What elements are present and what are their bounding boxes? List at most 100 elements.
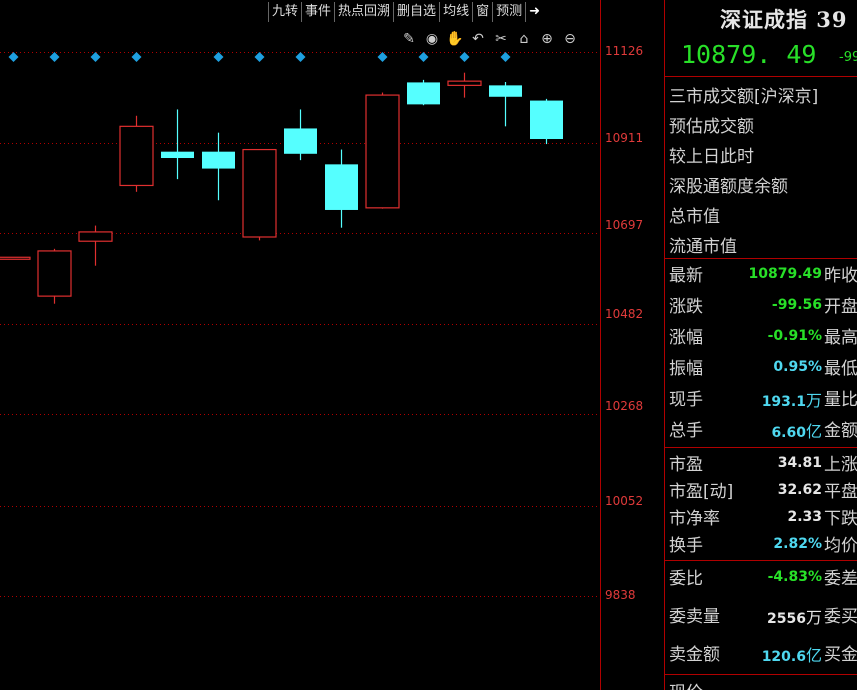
quote-value: -0.91% xyxy=(768,325,822,344)
pencil-icon[interactable]: ✎ xyxy=(400,30,418,48)
quote-number: 34.81 xyxy=(777,455,822,471)
candle[interactable] xyxy=(489,81,522,127)
candle[interactable] xyxy=(284,109,317,161)
candle[interactable] xyxy=(530,98,563,145)
quote-row: 市盈 34.81 上涨 xyxy=(665,448,857,476)
quote-row: 换手 2.82% 均价 xyxy=(665,529,857,557)
quote-label-secondary: 昨收 xyxy=(824,266,857,286)
quote-row: 最新 10879.49 昨收 xyxy=(665,259,857,287)
candle-body-up xyxy=(447,80,482,86)
quote-label-secondary: 最低 xyxy=(824,359,857,379)
kline-chart[interactable]: 九转 事件 热点回溯 删自选 均线 窗 预测 ➜ ✎ ◉ ✋ ↶ ✂ ⌂ ⊕ ⊖ xyxy=(0,0,600,690)
quote-label: 市盈 xyxy=(669,455,703,475)
quote-value: 34.81 xyxy=(778,452,822,471)
candle[interactable] xyxy=(447,72,482,98)
candle[interactable] xyxy=(325,149,358,228)
quote-unit: 亿 xyxy=(805,646,822,665)
candle[interactable] xyxy=(78,225,113,266)
info-float-market-cap[interactable]: 流通市值 xyxy=(669,232,737,257)
candle[interactable] xyxy=(365,92,400,209)
candle-body-down xyxy=(161,151,194,159)
quote-number: 10879.49 xyxy=(748,266,822,282)
quote-value: 120.6亿 xyxy=(762,642,822,666)
zoom-out-icon[interactable]: ⊖ xyxy=(561,30,579,48)
event-marker[interactable] xyxy=(418,52,429,62)
toolbar-forecast-button[interactable]: 预测 xyxy=(492,2,525,22)
event-marker[interactable] xyxy=(8,52,19,62)
drawing-tools: ✎ ◉ ✋ ↶ ✂ ⌂ ⊕ ⊖ xyxy=(400,30,579,50)
quote-label-secondary: 委差 xyxy=(824,569,857,589)
info-turnover-three-markets[interactable]: 三市成交额[沪深京] xyxy=(669,82,818,107)
quote-row: 委比 -4.83% 委差 xyxy=(665,562,857,590)
candle[interactable] xyxy=(407,79,440,106)
toolbar-window-button[interactable]: 窗 xyxy=(472,2,492,22)
candle-body-down xyxy=(202,151,235,169)
quote-unit: 亿 xyxy=(805,422,822,441)
price-tick: 10482 xyxy=(605,307,644,321)
info-total-market-cap[interactable]: 总市值 xyxy=(669,202,720,227)
candle[interactable] xyxy=(161,109,194,180)
quote-label-secondary: 买金 xyxy=(824,645,857,665)
event-marker[interactable] xyxy=(49,52,60,62)
quote-label: 涨幅 xyxy=(669,328,703,348)
quote-label: 总手 xyxy=(669,421,703,441)
toolbar-jiuzhuan-button[interactable]: 九转 xyxy=(268,2,301,22)
candle-body-up xyxy=(37,250,72,297)
event-marker[interactable] xyxy=(131,52,142,62)
candle[interactable] xyxy=(202,132,235,201)
toolbar-hotspot-button[interactable]: 热点回溯 xyxy=(334,2,393,22)
price-axis: 11126 10911 10697 10482 10268 10052 9838 xyxy=(600,0,665,690)
quote-label: 市盈[动] xyxy=(669,482,734,502)
toolbar-events-button[interactable]: 事件 xyxy=(301,2,334,22)
toolbar-remove-watchlist-button[interactable]: 删自选 xyxy=(393,2,439,22)
quote-number: 2.33 xyxy=(787,509,822,525)
quote-label: 委比 xyxy=(669,569,703,589)
quote-value: 0.95% xyxy=(773,356,822,375)
info-connect-quota[interactable]: 深股通额度余额 xyxy=(669,172,788,197)
index-title: 深证成指 39 xyxy=(720,7,848,32)
candle[interactable] xyxy=(119,115,154,192)
quote-number: 0.95% xyxy=(773,359,822,375)
candle-body-up xyxy=(0,256,31,260)
candle-body-up xyxy=(119,125,154,187)
candle-body-down xyxy=(325,164,358,210)
candle[interactable] xyxy=(242,148,277,241)
quote-number: 2556 xyxy=(767,611,806,627)
footer-label: 现价 xyxy=(669,678,703,690)
hand-icon[interactable]: ✋ xyxy=(446,30,464,48)
event-marker[interactable] xyxy=(500,52,511,62)
info-vs-yesterday[interactable]: 较上日此时 xyxy=(669,142,754,167)
price-tick: 10052 xyxy=(605,494,644,508)
candle[interactable] xyxy=(0,256,31,260)
event-marker[interactable] xyxy=(213,52,224,62)
event-marker[interactable] xyxy=(459,52,470,62)
candlestick-plot[interactable] xyxy=(0,0,600,690)
quote-value: 2.33 xyxy=(787,506,822,525)
toolbar-moving-average-button[interactable]: 均线 xyxy=(439,2,472,22)
event-marker[interactable] xyxy=(90,52,101,62)
info-estimated-turnover[interactable]: 预估成交额 xyxy=(669,112,754,137)
candle[interactable] xyxy=(37,248,72,304)
candle-body-up xyxy=(365,94,400,209)
quote-label-secondary: 上涨 xyxy=(824,455,857,475)
quote-label: 最新 xyxy=(669,266,703,286)
price-tick: 10911 xyxy=(605,131,644,145)
quote-panel: 深证成指 39 10879. 49 -99 三市成交额[沪深京] 预估成交额 较… xyxy=(664,0,857,690)
event-marker[interactable] xyxy=(377,52,388,62)
event-marker[interactable] xyxy=(295,52,306,62)
scissors-icon[interactable]: ✂ xyxy=(492,30,510,48)
quote-row: 卖金额 120.6亿 买金 xyxy=(665,638,857,666)
quote-value: -99.56 xyxy=(772,294,822,313)
quote-value: 32.62 xyxy=(778,479,822,498)
quote-label-secondary: 开盘 xyxy=(824,297,857,317)
lock-icon[interactable]: ⌂ xyxy=(515,30,533,48)
undo-icon[interactable]: ↶ xyxy=(469,30,487,48)
event-marker[interactable] xyxy=(254,52,265,62)
quote-label: 换手 xyxy=(669,536,703,556)
quote-row: 振幅 0.95% 最低 xyxy=(665,352,857,380)
pin-right-icon[interactable]: ➜ xyxy=(525,2,543,22)
quote-label-secondary: 下跌 xyxy=(824,509,857,529)
eye-icon[interactable]: ◉ xyxy=(423,30,441,48)
zoom-in-icon[interactable]: ⊕ xyxy=(538,30,556,48)
quote-number: 193.1 xyxy=(761,394,806,410)
